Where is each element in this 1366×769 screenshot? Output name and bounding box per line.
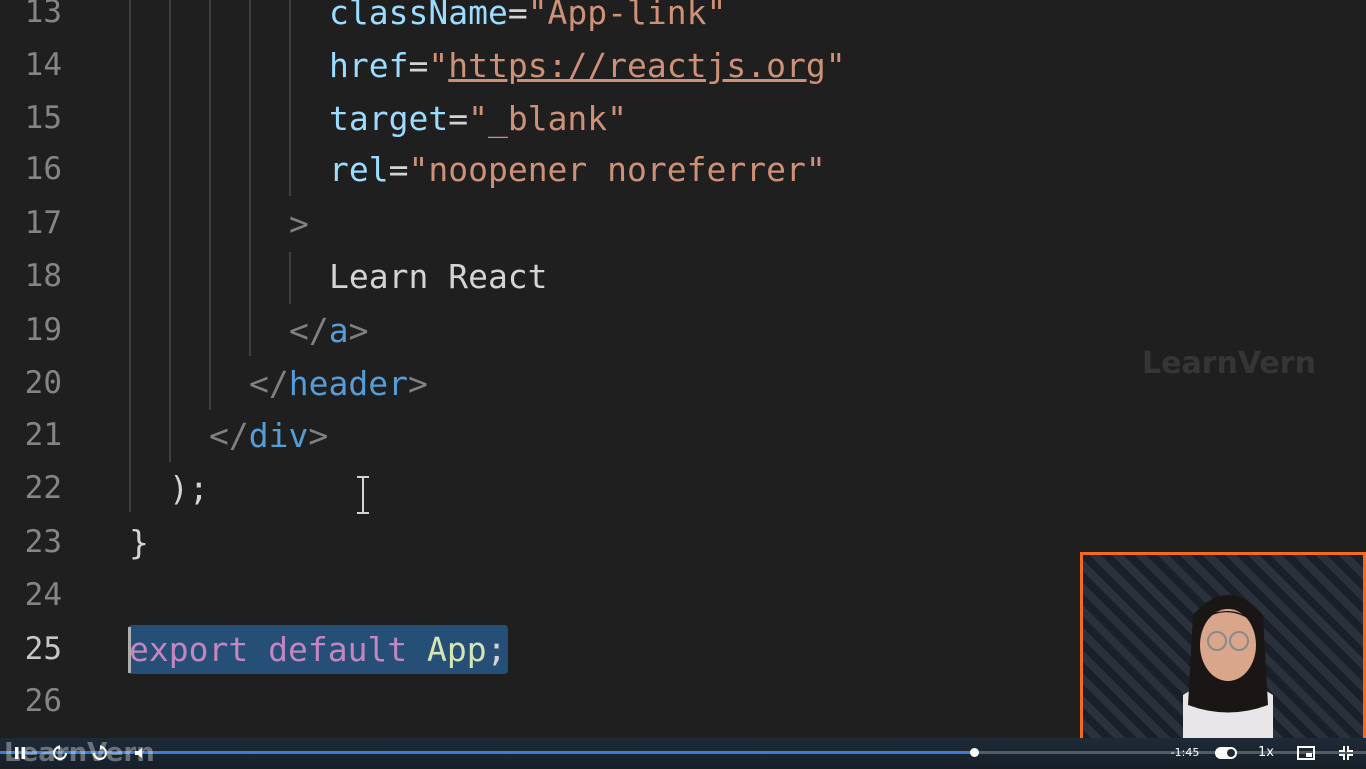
progress-bar[interactable] [0, 751, 1366, 754]
presenter-webcam [1080, 552, 1366, 738]
line-number: 20 [24, 365, 62, 401]
code-line-18[interactable]: 18 Learn React [0, 250, 1366, 303]
mouse-cursor [357, 476, 369, 514]
code-line-15[interactable]: 15 target="_blank" [0, 92, 1366, 145]
rewind-button[interactable] [50, 742, 70, 764]
code-line-21[interactable]: 21 </div> [0, 409, 1366, 462]
forward-icon [93, 745, 107, 760]
line-number: 26 [24, 683, 62, 719]
speed-button[interactable]: 1x [1254, 742, 1278, 764]
volume-button[interactable] [130, 742, 150, 764]
code-text: > [289, 204, 309, 243]
presenter-image [1183, 595, 1273, 738]
progress-knob[interactable] [969, 748, 979, 757]
toggle-icon [1215, 747, 1237, 759]
code-text: target="_blank" [329, 99, 628, 138]
forward-button[interactable] [90, 742, 110, 764]
url-link[interactable]: https://reactjs.org [448, 46, 826, 85]
picture-in-picture-icon [1297, 746, 1315, 760]
volume-icon [135, 748, 142, 758]
pip-button[interactable] [1294, 742, 1318, 764]
code-line-22[interactable]: 22 ); [0, 462, 1366, 515]
line-number: 14 [24, 47, 62, 83]
code-text: </a> [289, 311, 369, 350]
line-number: 13 [24, 0, 62, 30]
code-text: href="https://reactjs.org" [329, 46, 846, 85]
line-number: 19 [24, 312, 62, 348]
code-editor[interactable]: 13 className="App-link" 14 href="https:/… [0, 0, 1366, 738]
code-text: rel="noopener noreferrer" [329, 150, 826, 189]
code-text: className="App-link" [329, 0, 727, 32]
pause-icon [15, 747, 25, 759]
code-line-13[interactable]: 13 className="App-link" [0, 0, 1366, 39]
line-number: 17 [24, 205, 62, 241]
video-controls: LearnVern -1:45 1x [0, 738, 1366, 768]
rewind-icon [53, 745, 67, 760]
line-number: 18 [24, 258, 62, 294]
line-number: 16 [24, 151, 62, 187]
pause-button[interactable] [10, 742, 30, 764]
code-text: } [129, 523, 149, 562]
line-number: 22 [24, 470, 62, 506]
exit-fullscreen-button[interactable] [1334, 742, 1358, 764]
exit-fullscreen-icon [1339, 746, 1353, 760]
time-remaining: -1:45 [1170, 746, 1200, 759]
code-text: ); [169, 469, 209, 508]
line-number: 15 [24, 100, 62, 136]
code-text: </header> [249, 364, 428, 403]
code-text: Learn React [329, 257, 548, 296]
line-number: 21 [24, 417, 62, 453]
code-line-16[interactable]: 16 rel="noopener noreferrer" [0, 143, 1366, 196]
line-number: 25 [24, 631, 62, 667]
line-number: 24 [24, 577, 62, 613]
watermark: LearnVern [1142, 346, 1316, 381]
line-number: 23 [24, 524, 62, 560]
code-text: export default App; [129, 630, 507, 669]
captions-toggle[interactable] [1214, 742, 1238, 764]
code-text: </div> [209, 416, 329, 455]
code-line-14[interactable]: 14 href="https://reactjs.org" [0, 39, 1366, 92]
code-line-17[interactable]: 17 > [0, 197, 1366, 250]
